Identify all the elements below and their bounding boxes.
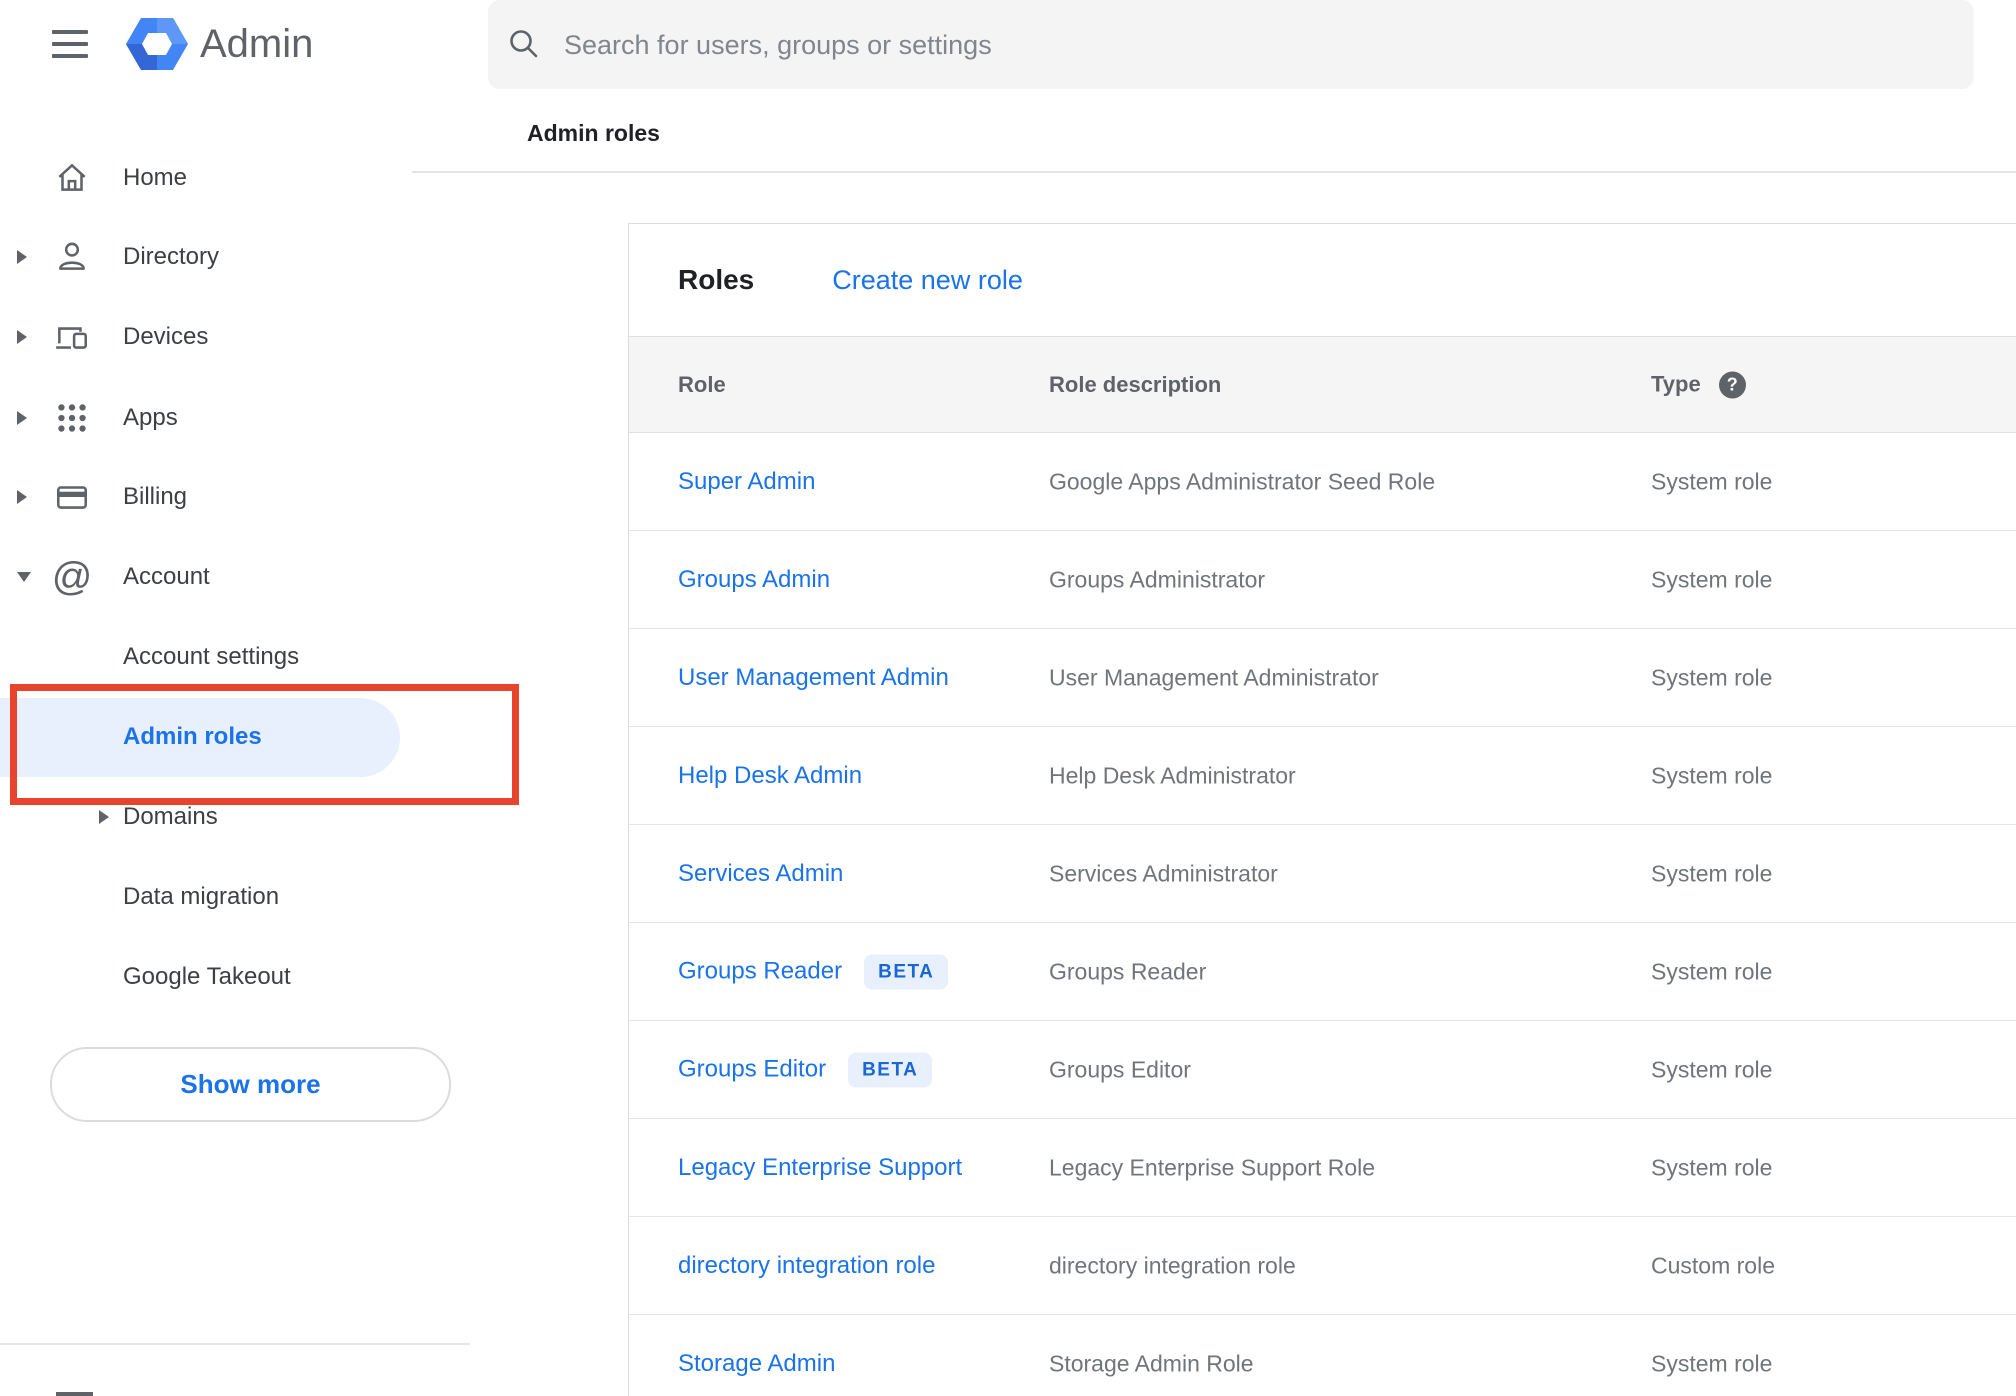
sidebar-item-account[interactable]: @ Account <box>0 537 412 617</box>
role-type: System role <box>1651 468 1773 494</box>
sidebar-item-billing[interactable]: Billing <box>0 457 412 537</box>
expand-arrow-icon[interactable] <box>17 490 27 504</box>
roles-card: Roles Create new role Role Role descript… <box>628 223 2016 1396</box>
table-row: directory integration role directory int… <box>629 1217 2016 1315</box>
sidebar-item-label: Apps <box>123 404 178 431</box>
devices-icon <box>52 317 92 357</box>
home-icon <box>52 158 92 198</box>
sidebar-item-label: Home <box>123 164 188 191</box>
admin-console-page: Admin Home Directory Devices Apps Billin… <box>0 0 2016 1396</box>
sidebar-item-label: Account settings <box>123 643 300 670</box>
clipped-sidebar-icon <box>56 1392 93 1396</box>
sidebar-item-label: Account <box>123 563 210 590</box>
apps-grid-icon <box>52 398 92 438</box>
role-link[interactable]: Groups Editor <box>678 1056 826 1084</box>
admin-logo-text: Admin <box>200 22 314 66</box>
role-type: System role <box>1651 762 1773 788</box>
role-type: System role <box>1651 664 1773 690</box>
admin-logo-hexagon <box>126 18 188 70</box>
table-row: Groups Editor BETA Groups Editor System … <box>629 1021 2016 1119</box>
role-description: User Management Administrator <box>1049 664 1379 690</box>
search-input[interactable] <box>562 0 1566 91</box>
role-link[interactable]: Groups Admin <box>678 566 830 594</box>
table-header-row: Role Role description Type ? <box>629 336 2016 433</box>
sidebar-item-directory[interactable]: Directory <box>0 217 412 297</box>
sidebar-item-apps[interactable]: Apps <box>0 378 412 458</box>
table-row: Help Desk Admin Help Desk Administrator … <box>629 727 2016 825</box>
role-type: System role <box>1651 860 1773 886</box>
create-new-role-link[interactable]: Create new role <box>832 265 1023 296</box>
sidebar-item-label: Domains <box>123 803 218 830</box>
column-header-description: Role description <box>1049 371 1222 397</box>
role-description: Groups Editor <box>1049 1056 1191 1082</box>
sidebar-item-account-settings[interactable]: Account settings <box>0 617 412 697</box>
role-description: directory integration role <box>1049 1252 1296 1278</box>
role-link[interactable]: Help Desk Admin <box>678 762 862 790</box>
role-type: System role <box>1651 1056 1773 1082</box>
page-title: Roles <box>678 264 755 295</box>
table-row: Legacy Enterprise Support Legacy Enterpr… <box>629 1119 2016 1217</box>
credit-card-icon <box>52 477 92 517</box>
table-row: Groups Admin Groups Administrator System… <box>629 531 2016 629</box>
role-type: Custom role <box>1651 1252 1775 1278</box>
sidebar-item-google-takeout[interactable]: Google Takeout <box>0 937 412 1017</box>
role-link[interactable]: directory integration role <box>678 1252 935 1280</box>
column-header-type: Type ? <box>1651 371 1746 398</box>
role-description: Groups Reader <box>1049 958 1207 984</box>
role-type: System role <box>1651 1350 1773 1376</box>
expand-arrow-icon[interactable] <box>17 411 27 425</box>
beta-badge: BETA <box>864 954 949 989</box>
column-header-role: Role <box>678 371 726 397</box>
header-divider <box>412 171 2016 173</box>
role-link[interactable]: Legacy Enterprise Support <box>678 1154 962 1182</box>
sidebar-item-devices[interactable]: Devices <box>0 297 412 377</box>
beta-badge: BETA <box>848 1052 933 1087</box>
role-description: Storage Admin Role <box>1049 1350 1254 1376</box>
role-description: Google Apps Administrator Seed Role <box>1049 468 1436 494</box>
sidebar-item-label: Google Takeout <box>123 963 291 990</box>
roles-card-header: Roles Create new role <box>629 224 2016 336</box>
role-description: Groups Administrator <box>1049 566 1266 592</box>
sidebar-item-label: Data migration <box>123 883 280 910</box>
sidebar-item-admin-roles[interactable]: Admin roles <box>0 697 412 777</box>
role-link[interactable]: Super Admin <box>678 468 815 496</box>
role-description: Help Desk Administrator <box>1049 762 1296 788</box>
role-type: System role <box>1651 958 1773 984</box>
table-row: Super Admin Google Apps Administrator Se… <box>629 433 2016 531</box>
sidebar-item-home[interactable]: Home <box>0 138 412 218</box>
role-link[interactable]: User Management Admin <box>678 664 949 692</box>
at-sign-icon: @ <box>51 555 93 599</box>
role-type: System role <box>1651 1154 1773 1180</box>
sidebar-item-label: Directory <box>123 243 220 270</box>
role-type: System role <box>1651 566 1773 592</box>
role-link[interactable]: Services Admin <box>678 860 843 888</box>
breadcrumb: Admin roles <box>527 120 660 146</box>
expand-arrow-icon[interactable] <box>99 810 109 824</box>
role-description: Services Administrator <box>1049 860 1278 886</box>
table-row: User Management Admin User Management Ad… <box>629 629 2016 727</box>
menu-icon[interactable] <box>52 30 88 58</box>
role-link[interactable]: Storage Admin <box>678 1350 835 1378</box>
sidebar-item-label: Billing <box>123 483 188 510</box>
show-more-button[interactable]: Show more <box>50 1047 451 1122</box>
expand-arrow-icon[interactable] <box>17 330 27 344</box>
collapse-arrow-icon[interactable] <box>17 572 31 582</box>
sidebar-item-domains[interactable]: Domains <box>0 777 412 857</box>
table-row: Storage Admin Storage Admin Role System … <box>629 1315 2016 1396</box>
table-row: Services Admin Services Administrator Sy… <box>629 825 2016 923</box>
show-more-label: Show more <box>180 1069 321 1099</box>
expand-arrow-icon[interactable] <box>17 250 27 264</box>
sidebar-bottom-divider <box>0 1343 470 1345</box>
role-description: Legacy Enterprise Support Role <box>1049 1154 1376 1180</box>
table-row: Groups Reader BETA Groups Reader System … <box>629 923 2016 1021</box>
sidebar-item-data-migration[interactable]: Data migration <box>0 857 412 937</box>
sidebar-item-label: Devices <box>123 323 209 350</box>
role-link[interactable]: Groups Reader <box>678 958 842 986</box>
sidebar-item-label: Admin roles <box>123 723 262 750</box>
person-icon <box>52 237 92 277</box>
help-icon[interactable]: ? <box>1718 371 1746 398</box>
search-icon <box>510 30 538 58</box>
